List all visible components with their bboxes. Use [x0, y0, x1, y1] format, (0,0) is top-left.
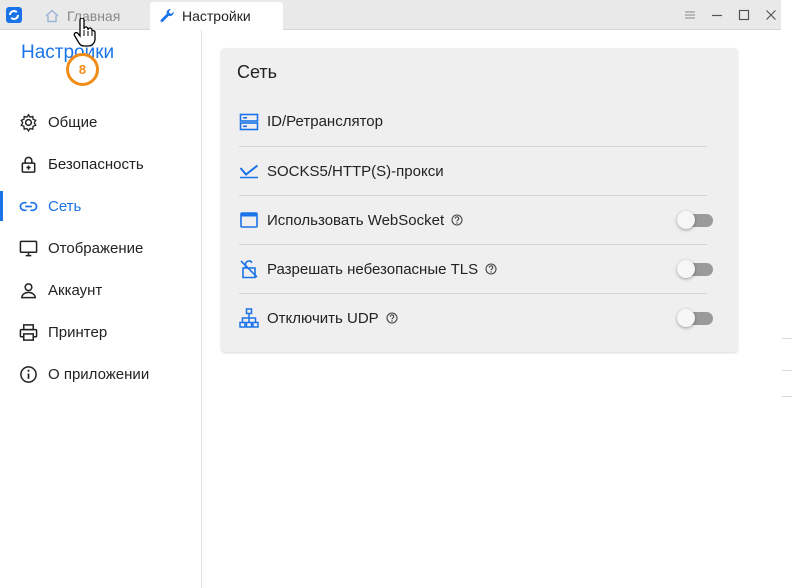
help-icon[interactable] — [386, 312, 398, 324]
step-badge: 8 — [66, 53, 99, 86]
minimize-icon[interactable] — [710, 8, 724, 22]
app-window: Главная Настройки Настройки Общие Безопа… — [0, 0, 781, 588]
sidebar-item-label: Аккаунт — [48, 281, 103, 299]
close-icon[interactable] — [764, 8, 778, 22]
row-label: Использовать WebSocket — [267, 211, 445, 229]
tab-settings-label: Настройки — [182, 8, 251, 24]
card-title: Сеть — [237, 62, 278, 82]
sidebar-item-display[interactable]: Отображение — [0, 229, 202, 267]
sidebar: Настройки Общие Безопасность Сеть Отобра… — [0, 30, 202, 588]
sidebar-item-about[interactable]: О приложении — [0, 355, 202, 393]
user-icon — [21, 282, 36, 298]
insecure-tls-toggle[interactable] — [677, 260, 713, 278]
link-icon — [19, 201, 38, 211]
network-card: Сеть ID/Ретранслятор SOCKS5/HTTP(S)-прок… — [221, 48, 738, 352]
unlock-shield-icon — [240, 260, 258, 279]
divider — [782, 396, 792, 397]
row-disable-udp: Отключить UDP — [239, 293, 713, 342]
toggle-knob — [677, 260, 695, 278]
home-icon — [45, 9, 59, 23]
proxy-icon — [239, 164, 259, 179]
wrench-icon — [160, 9, 174, 23]
lock-icon — [21, 156, 36, 173]
row-insecure-tls: Разрешать небезопасные TLS — [239, 244, 713, 293]
hand-cursor-icon — [73, 18, 96, 47]
tab-settings[interactable]: Настройки — [150, 2, 283, 30]
disable-udp-toggle[interactable] — [677, 309, 713, 327]
app-logo-icon — [6, 7, 22, 23]
divider — [782, 370, 792, 371]
window-icon — [240, 212, 258, 228]
info-icon — [20, 365, 37, 383]
help-icon[interactable] — [451, 214, 463, 226]
sidebar-item-label: Отображение — [48, 239, 144, 257]
gear-icon — [20, 112, 37, 132]
background-window-edge — [782, 0, 792, 588]
printer-icon — [19, 323, 38, 341]
row-label: Разрешать небезопасные TLS — [267, 260, 479, 278]
row-label: Отключить UDP — [267, 309, 379, 327]
row-label: ID/Ретранслятор — [267, 113, 383, 130]
sidebar-item-label: Сеть — [48, 197, 82, 215]
websocket-toggle[interactable] — [677, 211, 713, 229]
active-indicator — [0, 191, 3, 221]
title-bar: Главная Настройки — [0, 0, 781, 30]
sidebar-item-printer[interactable]: Принтер — [0, 313, 202, 351]
toggle-knob — [677, 309, 695, 327]
sidebar-item-label: Принтер — [48, 323, 108, 341]
divider — [782, 338, 792, 339]
sidebar-item-security[interactable]: Безопасность — [0, 145, 202, 183]
network-tree-icon — [239, 308, 259, 328]
sidebar-item-label: О приложении — [48, 365, 150, 383]
main-content: Сеть ID/Ретранслятор SOCKS5/HTTP(S)-прок… — [202, 30, 781, 588]
sidebar-item-account[interactable]: Аккаунт — [0, 271, 202, 309]
menu-icon[interactable] — [683, 8, 697, 22]
row-label: SOCKS5/HTTP(S)-прокси — [267, 162, 444, 180]
toggle-knob — [677, 211, 695, 229]
sidebar-item-general[interactable]: Общие — [0, 103, 202, 141]
row-websocket: Использовать WebSocket — [239, 195, 713, 244]
sidebar-item-network[interactable]: Сеть — [0, 187, 202, 225]
row-id-relay[interactable]: ID/Ретранслятор — [239, 97, 707, 146]
row-proxy[interactable]: SOCKS5/HTTP(S)-прокси — [239, 146, 707, 195]
help-icon[interactable] — [485, 263, 497, 275]
monitor-icon — [19, 240, 38, 256]
sidebar-item-label: Безопасность — [48, 155, 144, 173]
maximize-icon[interactable] — [737, 8, 751, 22]
sidebar-item-label: Общие — [48, 113, 98, 131]
server-icon — [239, 113, 259, 130]
